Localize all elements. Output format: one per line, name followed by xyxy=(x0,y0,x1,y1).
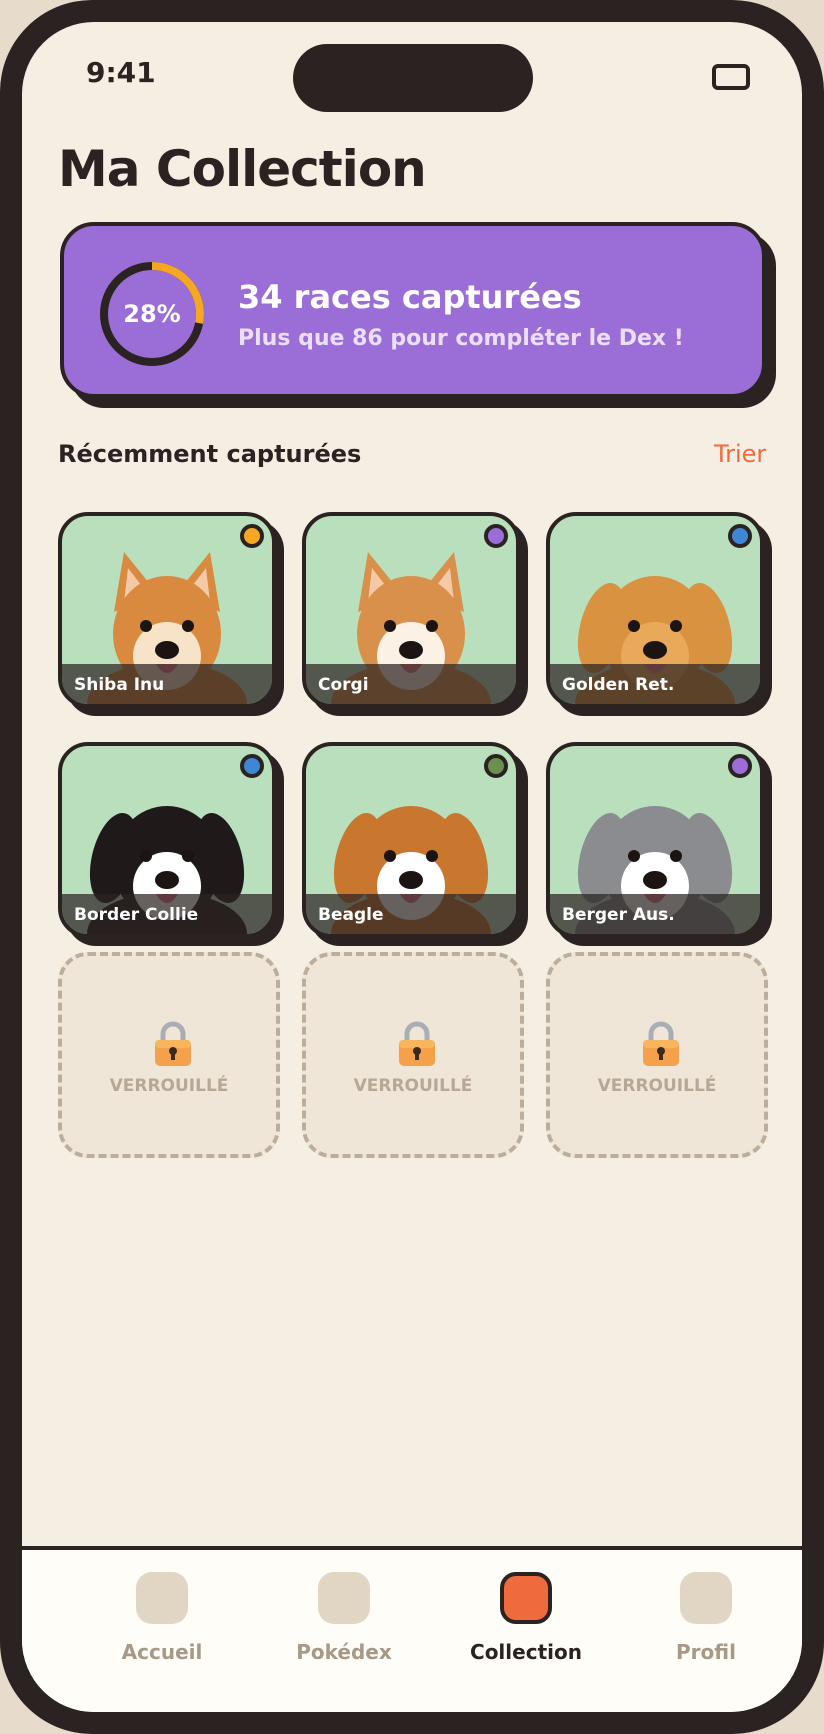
tab-profil[interactable]: Profil xyxy=(616,1572,796,1672)
tab-bar: Accueil Pokédex Collection Profil xyxy=(22,1546,802,1712)
dog-card[interactable]: Golden Ret. xyxy=(546,512,764,708)
lock-icon xyxy=(643,1021,679,1066)
rarity-dot xyxy=(728,754,752,778)
dog-card[interactable]: Beagle xyxy=(302,742,520,938)
tab-collection[interactable]: Collection xyxy=(436,1572,616,1672)
rarity-dot xyxy=(240,754,264,778)
locked-label: VERROUILLÉ xyxy=(597,1076,717,1096)
captured-count: 34 races capturées xyxy=(238,278,582,316)
lock-icon xyxy=(155,1021,191,1066)
tab-accueil[interactable]: Accueil xyxy=(72,1572,252,1672)
dynamic-island xyxy=(293,44,533,112)
rarity-dot xyxy=(484,754,508,778)
tab-pokdex[interactable]: Pokédex xyxy=(254,1572,434,1672)
dog-card[interactable]: Corgi xyxy=(302,512,520,708)
dog-card[interactable]: Shiba Inu xyxy=(58,512,276,708)
tab-label: Collection xyxy=(470,1640,582,1664)
locked-label: VERROUILLÉ xyxy=(353,1076,473,1096)
rarity-dot xyxy=(240,524,264,548)
section-title-recent: Récemment capturées xyxy=(58,440,362,468)
tab-icon xyxy=(500,1572,552,1624)
dog-card[interactable]: Border Collie xyxy=(58,742,276,938)
tab-icon xyxy=(680,1572,732,1624)
progress-percent: 28% xyxy=(123,300,181,328)
tab-label: Pokédex xyxy=(296,1640,392,1664)
status-time: 9:41 xyxy=(86,56,156,89)
rarity-dot xyxy=(728,524,752,548)
dog-name: Beagle xyxy=(306,894,516,934)
screen: 9:41 Ma Collection 28% 34 races capturée… xyxy=(22,22,802,1712)
locked-label: VERROUILLÉ xyxy=(109,1076,229,1096)
dog-name: Corgi xyxy=(306,664,516,704)
locked-slot: VERROUILLÉ xyxy=(546,952,768,1158)
tab-label: Accueil xyxy=(121,1640,203,1664)
collection-progress-card: 28% 34 races capturées Plus que 86 pour … xyxy=(60,222,766,398)
dog-name: Shiba Inu xyxy=(62,664,272,704)
tab-icon xyxy=(136,1572,188,1624)
tab-label: Profil xyxy=(676,1640,736,1664)
battery-icon xyxy=(712,64,750,90)
dog-name: Berger Aus. xyxy=(550,894,760,934)
lock-icon xyxy=(399,1021,435,1066)
sort-button[interactable]: Trier xyxy=(714,440,766,468)
tab-icon xyxy=(318,1572,370,1624)
dog-name: Golden Ret. xyxy=(550,664,760,704)
rarity-dot xyxy=(484,524,508,548)
dog-card[interactable]: Berger Aus. xyxy=(546,742,764,938)
dog-name: Border Collie xyxy=(62,894,272,934)
locked-slot: VERROUILLÉ xyxy=(58,952,280,1158)
locked-slot: VERROUILLÉ xyxy=(302,952,524,1158)
remaining-count: Plus que 86 pour compléter le Dex ! xyxy=(238,326,684,351)
page-title: Ma Collection xyxy=(58,140,427,198)
phone-frame: 9:41 Ma Collection 28% 34 races capturée… xyxy=(0,0,824,1734)
